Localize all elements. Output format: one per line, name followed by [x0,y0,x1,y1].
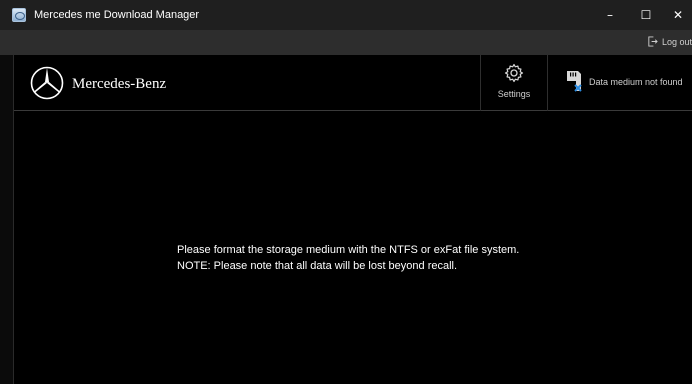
data-medium-label: Data medium not found [589,77,683,87]
format-message: Please format the storage medium with th… [177,242,519,274]
data-medium-status: Data medium not found [564,70,683,94]
left-edge-panel [0,55,14,384]
top-toolbar: Log out [0,30,692,55]
logout-icon [648,36,658,47]
logout-link[interactable]: Log out [647,36,692,47]
window-controls: – ☐ ✕ [592,0,692,30]
mercedes-star-icon [30,66,64,100]
app-window: Mercedes me Download Manager – ☐ ✕ Log o… [0,0,692,384]
format-instruction: Please format the storage medium with th… [177,244,520,256]
window-title: Mercedes me Download Manager [34,9,200,21]
minimize-button[interactable]: – [592,0,628,30]
data-loss-note: NOTE: Please note that all data will be … [177,260,458,272]
settings-button[interactable]: Settings [480,55,548,111]
logout-label: Log out [661,36,692,47]
title-bar[interactable]: Mercedes me Download Manager – ☐ ✕ [0,0,692,30]
sd-card-error-icon [567,71,582,92]
app-header: Mercedes-Benz Settings Data medium not f… [14,55,692,111]
settings-label: Settings [497,89,531,99]
maximize-button[interactable]: ☐ [628,0,664,30]
brand-name: Mercedes-Benz [72,76,167,92]
app-icon [12,8,26,22]
close-button[interactable]: ✕ [664,0,692,30]
gear-icon [504,63,524,83]
